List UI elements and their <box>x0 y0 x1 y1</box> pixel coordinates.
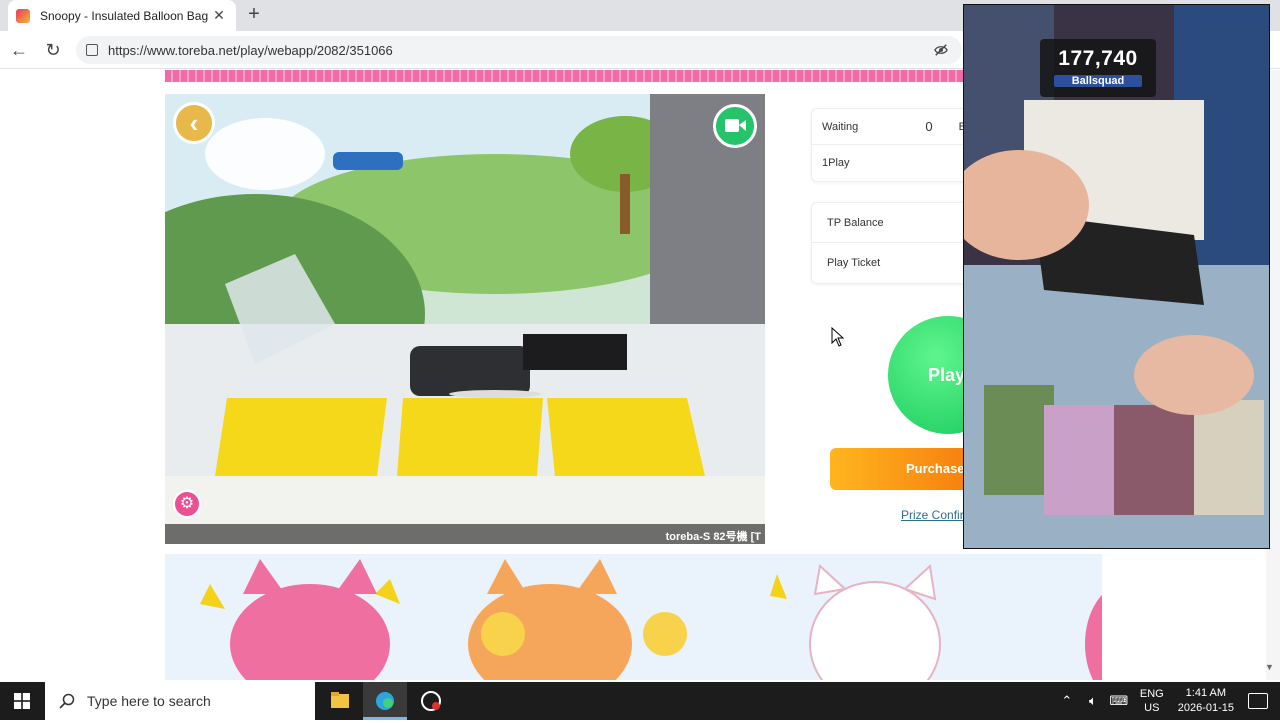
search-placeholder: Type here to search <box>87 693 211 709</box>
tracking-prevention-icon[interactable] <box>934 43 948 57</box>
volume-icon[interactable]: 🔈︎ <box>1082 693 1104 709</box>
tab-title: Snoopy - Insulated Balloon Bag S <box>40 8 208 23</box>
site-info-icon[interactable] <box>86 44 98 56</box>
region-code: US <box>1144 702 1160 714</box>
site-favicon-icon <box>16 8 30 23</box>
cat-mascots-illustration <box>200 559 1102 680</box>
edge-browser-taskbar-icon[interactable] <box>363 682 407 720</box>
settings-gear-button[interactable]: ⚙ <box>173 490 201 518</box>
search-icon <box>59 693 75 709</box>
language-code: ENG <box>1139 688 1164 700</box>
windows-taskbar: Type here to search ⌃ 🔈︎ ⌨︎ ENG US 1:41 … <box>0 682 1280 720</box>
live-stream-video[interactable]: ‹ ⚙ toreba-S 82号機 [T <box>165 94 765 544</box>
back-button[interactable]: ‹ <box>173 102 215 144</box>
keyboard-icon[interactable]: ⌨︎ <box>1108 693 1130 709</box>
mouse-cursor-icon <box>831 327 845 347</box>
camera-switch-button[interactable] <box>713 104 757 148</box>
taskbar-search-box[interactable]: Type here to search <box>45 682 315 720</box>
browser-tab[interactable]: Snoopy - Insulated Balloon Bag S ✕ <box>8 0 236 31</box>
viewer-count-number: 177,740 <box>1058 47 1138 70</box>
queue-card: Waiting 0 B 1Play <box>811 108 971 182</box>
balance-card: TP Balance Play Ticket <box>811 202 971 284</box>
waiting-row: Waiting 0 B <box>812 109 970 145</box>
clock-date: 2026-01-15 <box>1177 702 1234 714</box>
reload-icon[interactable]: ↻ <box>42 39 64 61</box>
close-tab-icon[interactable]: ✕ <box>210 7 228 24</box>
waiting-count: 0 <box>925 119 933 134</box>
picture-in-picture-video[interactable]: 177,740 Ballsquad <box>963 4 1270 549</box>
address-bar[interactable]: https://www.toreba.net/play/webapp/2082/… <box>76 36 962 64</box>
input-language[interactable]: ENG US <box>1140 687 1164 715</box>
channel-name: Ballsquad <box>1054 75 1142 87</box>
play-ticket-row: Play Ticket <box>812 243 970 283</box>
machine-label: toreba-S 82号機 [T <box>165 524 765 544</box>
tp-balance-label: TP Balance <box>827 216 884 229</box>
show-hidden-icons-chevron-icon[interactable]: ⌃ <box>1056 693 1078 709</box>
video-camera-icon <box>725 119 746 132</box>
obs-recorder-taskbar-icon[interactable] <box>409 682 453 720</box>
url-text[interactable]: https://www.toreba.net/play/webapp/2082/… <box>108 43 393 58</box>
header-stripe <box>165 70 965 82</box>
one-play-row: 1Play <box>812 145 970 181</box>
system-clock[interactable]: 1:41 AM 2026-01-15 <box>1178 686 1234 716</box>
back-arrow-icon[interactable]: ← <box>8 39 30 61</box>
play-info-panel: Waiting 0 B 1Play TP Balance Play Ticket <box>811 108 971 284</box>
one-play-label: 1Play <box>822 157 850 169</box>
waiting-label: Waiting <box>822 120 859 133</box>
file-explorer-taskbar-icon[interactable] <box>318 682 362 720</box>
viewer-counter: 177,740 Ballsquad <box>1040 39 1156 97</box>
windows-start-icon[interactable] <box>14 693 30 709</box>
mascot-banner <box>165 554 1102 680</box>
scroll-down-arrow-icon[interactable]: ▼ <box>1265 662 1274 672</box>
new-tab-icon[interactable]: + <box>243 4 265 26</box>
tp-balance-row: TP Balance <box>812 203 970 243</box>
play-ticket-label: Play Ticket <box>827 257 881 269</box>
notifications-icon[interactable] <box>1248 693 1268 709</box>
system-tray: ⌃ 🔈︎ ⌨︎ ENG US 1:41 AM 2026-01-15 <box>1054 682 1280 720</box>
clock-time: 1:41 AM <box>1185 687 1227 699</box>
claw-machine-scene <box>165 94 765 544</box>
